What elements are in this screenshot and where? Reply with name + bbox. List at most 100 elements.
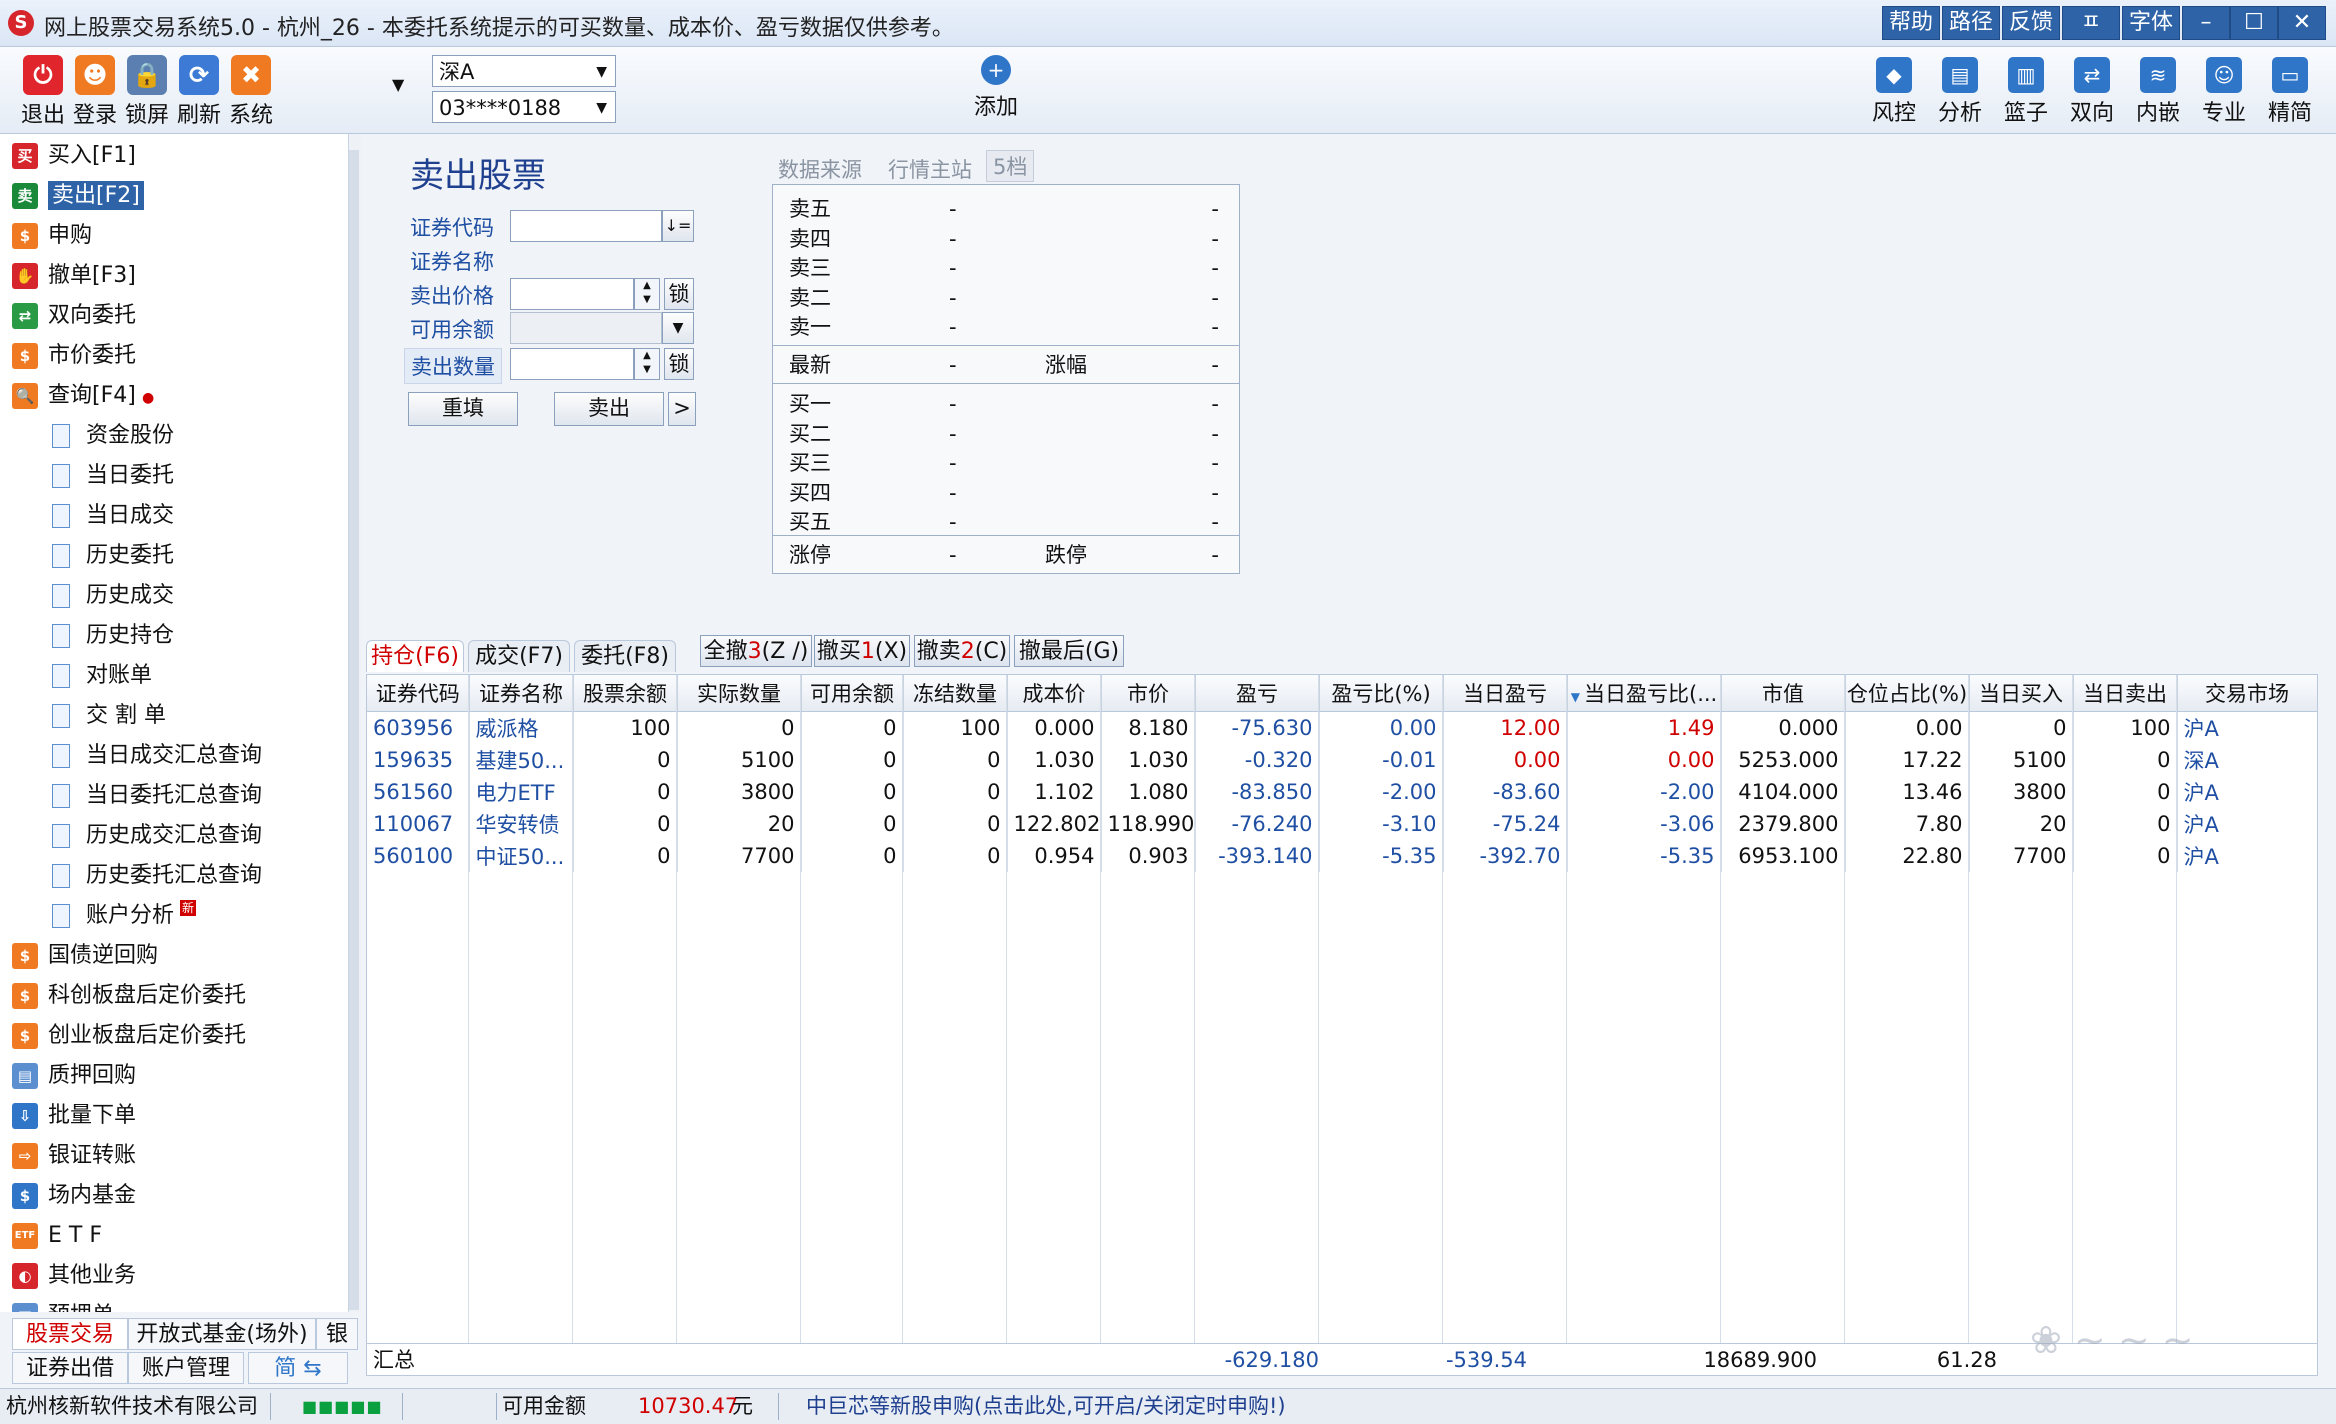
toolbar-right-button-2[interactable]: ▥ 篮子 <box>1994 51 2058 129</box>
reset-button[interactable]: 重填 <box>408 392 518 426</box>
sidebar-item-6[interactable]: 🔍 查询[F4] ● <box>12 378 154 414</box>
tab-orders[interactable]: 委托(F8) <box>574 640 676 672</box>
sidebar-item-3[interactable]: ✋ 撤单[F3] <box>12 258 136 294</box>
sidebar-subitem-10[interactable]: 历史成交汇总查询 <box>52 818 262 854</box>
depth-toggle[interactable]: 5档 <box>986 150 1035 182</box>
column-header[interactable]: 仓位占比(%) <box>1845 675 1970 712</box>
table-row[interactable]: 561560 电力ETF 0 3800 0 0 1.102 1.080 -83.850 -2.00… <box>367 776 2317 808</box>
data-source-value[interactable]: 行情主站 <box>888 154 972 184</box>
toolbar-dropdown-icon[interactable]: ▼ <box>392 75 404 94</box>
sidebar-item-1[interactable]: 卖卖出[F2] <box>12 178 144 214</box>
sidebar-subitem-5[interactable]: 历史持仓 <box>52 618 174 654</box>
toolbar-right-button-5[interactable]: ☺ 专业 <box>2192 51 2256 129</box>
column-header[interactable]: 证券名称 <box>469 675 574 712</box>
quantity-input[interactable] <box>510 348 634 380</box>
sidebar-subitem-3[interactable]: 历史委托 <box>52 538 174 574</box>
close-button[interactable]: ✕ <box>2278 6 2326 40</box>
toolbar-right-button-4[interactable]: ≋ 内嵌 <box>2126 51 2190 129</box>
column-header[interactable]: 可用余额 <box>801 675 904 712</box>
price-stepper[interactable]: ▲ ▼ <box>634 278 660 310</box>
bottom-tab-galaxy[interactable]: 银河 <box>316 1318 358 1350</box>
quantity-lock-button[interactable]: 锁 <box>664 348 694 380</box>
toolbar-right-button-1[interactable]: ▤ 分析 <box>1928 51 1992 129</box>
column-header[interactable]: 当日卖出 <box>2073 675 2178 712</box>
font-button[interactable]: 字体 <box>2122 6 2180 40</box>
sidebar-item2-7[interactable]: ETF E T F <box>12 1218 102 1254</box>
bottom-tab-account-management[interactable]: 账户管理 <box>128 1352 244 1384</box>
sidebar-item2-9[interactable]: ▤ 预埋单 <box>12 1298 114 1312</box>
sidebar-item2-8[interactable]: ◐ 其他业务 <box>12 1258 136 1294</box>
bottom-tab-securities-lending[interactable]: 证券出借 <box>12 1352 128 1384</box>
market-select[interactable]: 深A ▼ <box>432 55 616 87</box>
column-header[interactable]: 市价 <box>1101 675 1196 712</box>
quantity-stepper[interactable]: ▲ ▼ <box>634 348 660 380</box>
sidebar-scrollbar-thumb[interactable] <box>349 150 359 1310</box>
sidebar-item2-5[interactable]: ⇨ 银证转账 <box>12 1138 136 1174</box>
sidebar-subitem-7[interactable]: 交 割 单 <box>52 698 166 734</box>
feedback-button[interactable]: 反馈 <box>2002 6 2060 40</box>
more-options-button[interactable]: > <box>668 392 696 426</box>
pin-button[interactable]: ㅍ <box>2062 6 2120 40</box>
column-header[interactable]: 股票余额 <box>573 675 678 712</box>
sidebar-item-5[interactable]: $ 市价委托 <box>12 338 136 374</box>
ipo-notice-link[interactable]: 中巨芯等新股申购(点击此处,可开启/关闭定时申购!) <box>806 1389 1286 1424</box>
column-header[interactable]: 当日盈亏 <box>1443 675 1568 712</box>
code-input[interactable] <box>510 210 662 242</box>
maximize-button[interactable]: ☐ <box>2230 6 2278 40</box>
sidebar-item2-1[interactable]: $ 科创板盘后定价委托 <box>12 978 246 1014</box>
column-header[interactable]: 实际数量 <box>677 675 802 712</box>
sidebar-item2-6[interactable]: $ 场内基金 <box>12 1178 136 1214</box>
available-dropdown[interactable]: ▼ <box>662 312 694 344</box>
column-header[interactable]: 盈亏比(%) <box>1319 675 1444 712</box>
cancel-last-button[interactable]: 撤最后(G) <box>1014 635 1124 667</box>
column-header[interactable]: 当日买入 <box>1969 675 2074 712</box>
sidebar-subitem-8[interactable]: 当日成交汇总查询 <box>52 738 262 774</box>
sidebar-item2-3[interactable]: ▤ 质押回购 <box>12 1058 136 1094</box>
sidebar-item2-4[interactable]: ⇩ 批量下单 <box>12 1098 136 1134</box>
toolbar-right-button-6[interactable]: ▭ 精简 <box>2258 51 2322 129</box>
column-header[interactable]: 市值 <box>1721 675 1846 712</box>
sidebar-item-4[interactable]: ⇄ 双向委托 <box>12 298 136 334</box>
simple-mode-toggle[interactable]: 简 ⇆ <box>248 1352 348 1384</box>
table-row[interactable]: 603956 威派格 100 0 0 100 0.000 8.180 -75.630 0.00 12… <box>367 711 2317 744</box>
sidebar-item2-0[interactable]: $ 国债逆回购 <box>12 938 158 974</box>
sidebar-subitem-11[interactable]: 历史委托汇总查询 <box>52 858 262 894</box>
price-lock-button[interactable]: 锁 <box>664 278 694 310</box>
tab-trades[interactable]: 成交(F7) <box>468 640 570 672</box>
sidebar-item-0[interactable]: 买买入[F1] <box>12 138 136 174</box>
sell-button[interactable]: 卖出 <box>554 392 664 426</box>
table-row[interactable]: 159635 基建50... 0 5100 0 0 1.030 1.030 -0.320 -0.0… <box>367 744 2317 776</box>
column-header[interactable]: 交易市场 <box>2177 675 2317 712</box>
toolbar-button-4[interactable]: ✖ 系统 <box>216 51 286 129</box>
sidebar-item2-2[interactable]: $ 创业板盘后定价委托 <box>12 1018 246 1054</box>
sidebar-subitem-6[interactable]: 对账单 <box>52 658 152 694</box>
sidebar-subitem-1[interactable]: 当日委托 <box>52 458 174 494</box>
path-button[interactable]: 路径 <box>1942 6 2000 40</box>
column-header[interactable]: 盈亏 <box>1195 675 1320 712</box>
toolbar-right-button-3[interactable]: ⇄ 双向 <box>2060 51 2124 129</box>
sidebar-subitem-2[interactable]: 当日成交 <box>52 498 174 534</box>
account-select[interactable]: 03****0188 ▼ <box>432 91 616 123</box>
sort-code-button[interactable]: ↓= <box>662 210 694 242</box>
sidebar-subitem-12[interactable]: 账户分析新 <box>52 898 197 934</box>
column-header[interactable]: ▼ 当日盈亏比(... <box>1567 675 1722 712</box>
help-button[interactable]: 帮助 <box>1882 6 1940 40</box>
column-header[interactable]: 成本价 <box>1007 675 1102 712</box>
column-header[interactable]: 证券代码 <box>367 675 470 712</box>
table-row[interactable]: 560100 中证50... 0 7700 0 0 0.954 0.903 -393.140 -5… <box>367 840 2317 872</box>
column-header[interactable]: 冻结数量 <box>903 675 1008 712</box>
cancel-all-button[interactable]: 全撤3(Z /) <box>700 635 812 667</box>
sidebar-subitem-0[interactable]: 资金股份 <box>52 418 174 454</box>
sidebar-subitem-9[interactable]: 当日委托汇总查询 <box>52 778 262 814</box>
minimize-button[interactable]: – <box>2182 6 2230 40</box>
cancel-buy-button[interactable]: 撤买1(X) <box>814 635 910 667</box>
sidebar-item-2[interactable]: $ 申购 <box>12 218 92 254</box>
add-button[interactable]: + 添加 <box>966 51 1026 121</box>
cancel-sell-button[interactable]: 撤卖2(C) <box>914 635 1010 667</box>
table-row[interactable]: 110067 华安转债 0 20 0 0 122.802 118.990 -76.240 -3.1… <box>367 808 2317 840</box>
bottom-tab-stock-trading[interactable]: 股票交易 <box>12 1318 128 1350</box>
tab-positions[interactable]: 持仓(F6) <box>366 640 464 672</box>
bottom-tab-open-fund[interactable]: 开放式基金(场外) <box>128 1318 316 1350</box>
price-input[interactable] <box>510 278 634 310</box>
toolbar-right-button-0[interactable]: ◆ 风控 <box>1862 51 1926 129</box>
